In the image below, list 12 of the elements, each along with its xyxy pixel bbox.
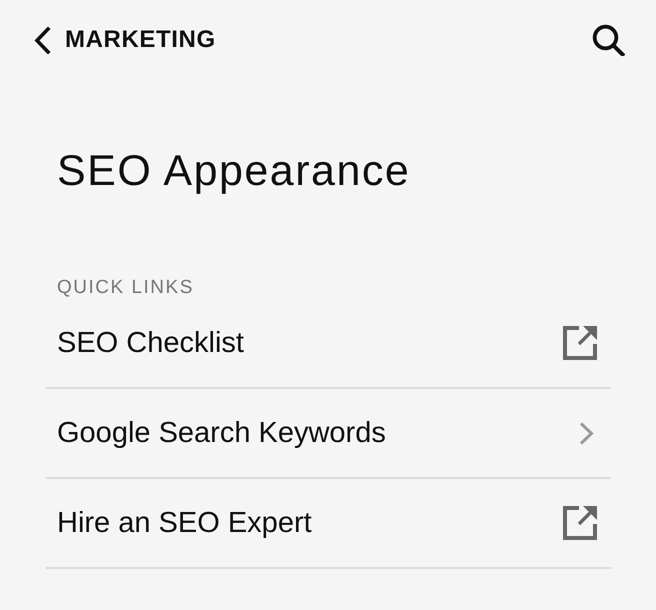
link-row[interactable]: Google Search Keywords <box>46 389 611 479</box>
search-button[interactable] <box>592 24 625 56</box>
page-title: SEO Appearance <box>57 146 412 196</box>
external-link-icon <box>563 506 597 540</box>
chevron-left-icon <box>33 26 51 54</box>
chevron-right-icon <box>579 422 594 444</box>
section-heading: QUICK LINKS <box>56 277 195 299</box>
link-row[interactable]: Hire an SEO Expert <box>46 479 611 569</box>
external-link-icon <box>563 326 597 360</box>
back-button[interactable]: MARKETING <box>33 26 216 54</box>
search-icon <box>592 24 625 56</box>
link-row[interactable]: SEO Checklist <box>46 299 611 389</box>
